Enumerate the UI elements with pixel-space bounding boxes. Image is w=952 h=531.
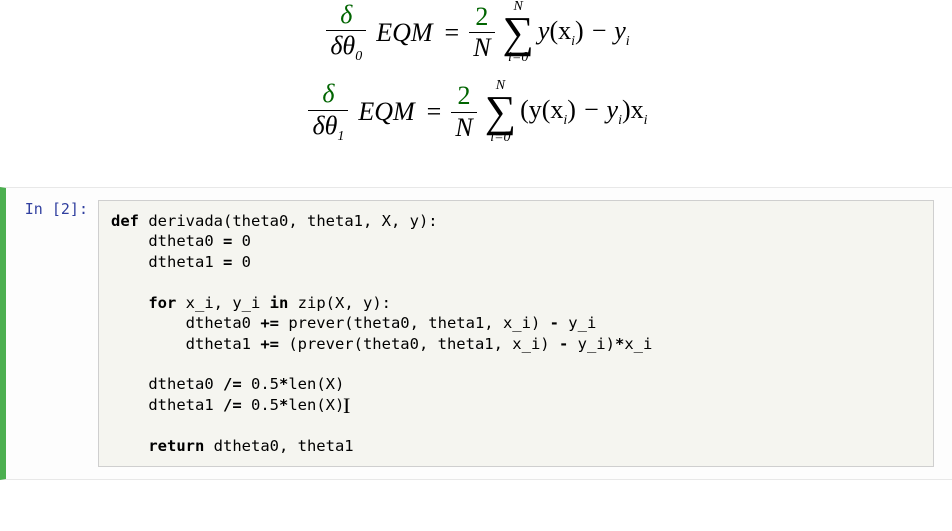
sigma-symbol: ∑ <box>485 93 516 130</box>
code-cell[interactable]: In [2]: def derivada(theta0, theta1, X, … <box>0 187 952 480</box>
math-formulas: δ δθ0 EQM = 2 N N ∑ i=0 y(xi) − yi δ δθ1… <box>0 0 952 187</box>
delta-symbol: δ <box>336 1 356 30</box>
equation-theta0: δ δθ0 EQM = 2 N N ∑ i=0 y(xi) − yi <box>60 0 892 65</box>
input-prompt: In [2]: <box>6 200 98 467</box>
eqm-label: EQM <box>376 18 432 48</box>
sigma-symbol: ∑ <box>503 14 534 51</box>
equation-theta1: δ δθ1 EQM = 2 N N ∑ i=0 (y(xi) − yi)xi <box>60 79 892 144</box>
code-editor[interactable]: def derivada(theta0, theta1, X, y): dthe… <box>98 200 934 467</box>
